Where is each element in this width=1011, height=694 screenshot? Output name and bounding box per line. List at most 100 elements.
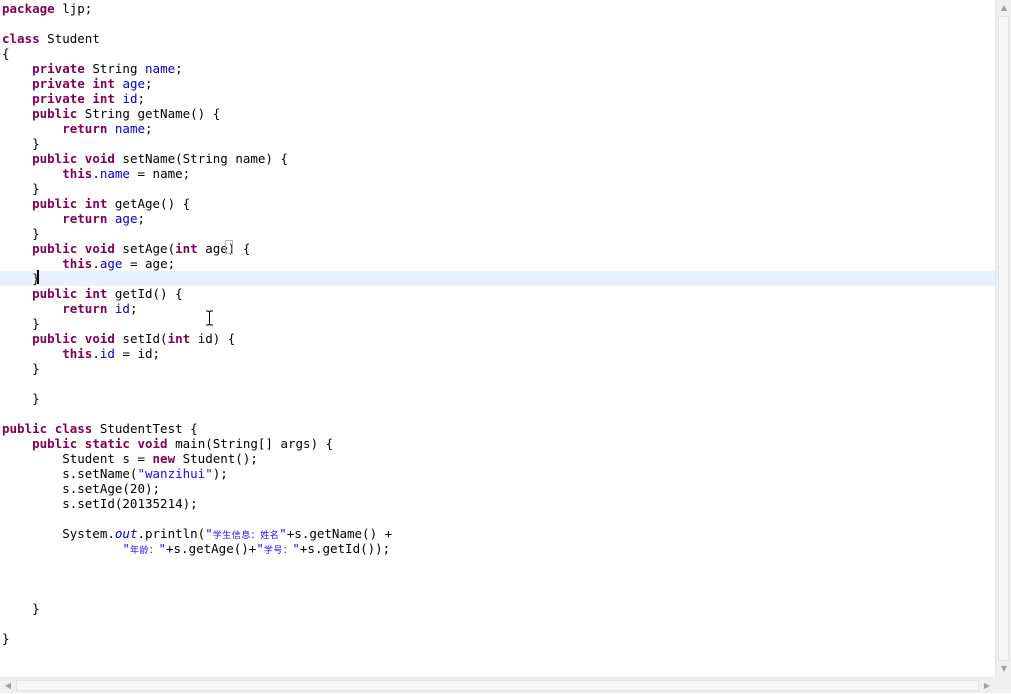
- code-line[interactable]: public void setName(String name) {: [0, 151, 995, 166]
- code-token: ": [122, 541, 130, 556]
- code-token: public: [32, 286, 78, 301]
- code-line[interactable]: }: [0, 181, 995, 196]
- code-line[interactable]: private String name;: [0, 61, 995, 76]
- code-token: }: [2, 316, 40, 331]
- horizontal-scrollbar[interactable]: ◀ ▶: [0, 677, 995, 693]
- code-line[interactable]: public int getId() {: [0, 286, 995, 301]
- code-line[interactable]: private int age;: [0, 76, 995, 91]
- code-line[interactable]: s.setName("wanzihui");: [0, 466, 995, 481]
- code-line[interactable]: [0, 511, 995, 526]
- code-line[interactable]: [0, 406, 995, 421]
- code-token: return: [62, 211, 108, 226]
- code-line[interactable]: package ljp;: [0, 1, 995, 16]
- code-token: this: [62, 256, 93, 271]
- code-token: setId(: [114, 331, 168, 346]
- scroll-left-arrow-icon[interactable]: ◀: [0, 678, 16, 694]
- code-token: s.setId(20135214);: [2, 496, 198, 511]
- code-line[interactable]: [0, 616, 995, 631]
- code-token: ;: [137, 211, 146, 226]
- code-token: public: [32, 436, 78, 451]
- code-token: public: [32, 106, 78, 121]
- code-line[interactable]: }: [0, 316, 995, 331]
- code-line[interactable]: }: [0, 361, 995, 376]
- code-line[interactable]: return id;: [0, 301, 995, 316]
- code-line[interactable]: }: [0, 601, 995, 616]
- code-token: out: [114, 526, 138, 541]
- text-cursor-icon: [206, 310, 213, 326]
- code-token: return: [62, 121, 108, 136]
- code-token: = name;: [129, 166, 191, 181]
- scroll-right-arrow-icon[interactable]: ▶: [979, 678, 995, 694]
- code-token: {: [2, 46, 10, 61]
- vertical-scroll-thumb[interactable]: [998, 16, 1009, 661]
- code-line[interactable]: [0, 556, 995, 571]
- code-line[interactable]: [0, 16, 995, 31]
- code-token: +s.getName() +: [286, 526, 393, 541]
- code-line[interactable]: "年龄："+s.getAge()+"学号："+s.getId());: [0, 541, 995, 556]
- code-line[interactable]: }: [0, 631, 995, 646]
- code-line[interactable]: public int getAge() {: [0, 196, 995, 211]
- code-token: }: [2, 391, 40, 406]
- code-line[interactable]: public static void main(String[] args) {: [0, 436, 995, 451]
- code-token: int: [167, 331, 191, 346]
- code-token: this: [62, 166, 93, 181]
- code-line[interactable]: return name;: [0, 121, 995, 136]
- code-line[interactable]: public void setAge(int age) {: [0, 241, 995, 256]
- code-token: name: [114, 121, 146, 136]
- code-token: int: [175, 241, 198, 256]
- horizontal-scroll-thumb[interactable]: [16, 680, 979, 691]
- code-token: Student s =: [2, 451, 153, 466]
- code-line[interactable]: }: [0, 226, 995, 241]
- vertical-scrollbar[interactable]: ▲ ▼: [995, 0, 1011, 677]
- code-token: ": [279, 526, 287, 541]
- code-token: void: [84, 151, 115, 166]
- code-line[interactable]: this.name = name;: [0, 166, 995, 181]
- code-token: this: [62, 346, 93, 361]
- code-line[interactable]: this.id = id;: [0, 346, 995, 361]
- code-token: s.setName(: [2, 466, 138, 481]
- code-token: setAge(: [114, 241, 176, 256]
- code-line[interactable]: System.out.println("学生信息：姓名"+s.getName()…: [0, 526, 995, 541]
- code-line-current[interactable]: }: [0, 271, 995, 286]
- code-line[interactable]: public class StudentTest {: [0, 421, 995, 436]
- code-token: setName(String name) {: [114, 151, 288, 166]
- code-token: ;: [145, 121, 153, 136]
- code-token: ": [292, 541, 300, 556]
- code-line[interactable]: }: [0, 136, 995, 151]
- code-line[interactable]: [0, 586, 995, 601]
- code-token: private: [32, 61, 85, 76]
- code-token: .println(: [137, 526, 206, 541]
- code-line[interactable]: s.setId(20135214);: [0, 496, 995, 511]
- code-line[interactable]: private int id;: [0, 91, 995, 106]
- code-token: s.setAge(20);: [2, 481, 161, 496]
- code-line[interactable]: Student s = new Student();: [0, 451, 995, 466]
- code-token: name: [99, 166, 130, 181]
- code-line[interactable]: s.setAge(20);: [0, 481, 995, 496]
- code-token: id: [99, 346, 115, 361]
- code-line[interactable]: {: [0, 46, 995, 61]
- code-editor[interactable]: package ljp; class Student{ private Strin…: [0, 0, 995, 677]
- code-line[interactable]: [0, 571, 995, 586]
- scroll-down-arrow-icon[interactable]: ▼: [996, 661, 1011, 677]
- code-line[interactable]: class Student: [0, 31, 995, 46]
- code-line[interactable]: public String getName() {: [0, 106, 995, 121]
- code-line[interactable]: }: [0, 391, 995, 406]
- code-token: public: [32, 151, 78, 166]
- code-line[interactable]: return age;: [0, 211, 995, 226]
- scroll-up-arrow-icon[interactable]: ▲: [996, 0, 1011, 16]
- code-token: void: [84, 241, 115, 256]
- code-line[interactable]: [0, 376, 995, 391]
- code-line[interactable]: this.age = age;: [0, 256, 995, 271]
- code-token: "wanzihui": [137, 466, 213, 481]
- code-line[interactable]: public void setId(int id) {: [0, 331, 995, 346]
- code-token: return: [62, 301, 108, 316]
